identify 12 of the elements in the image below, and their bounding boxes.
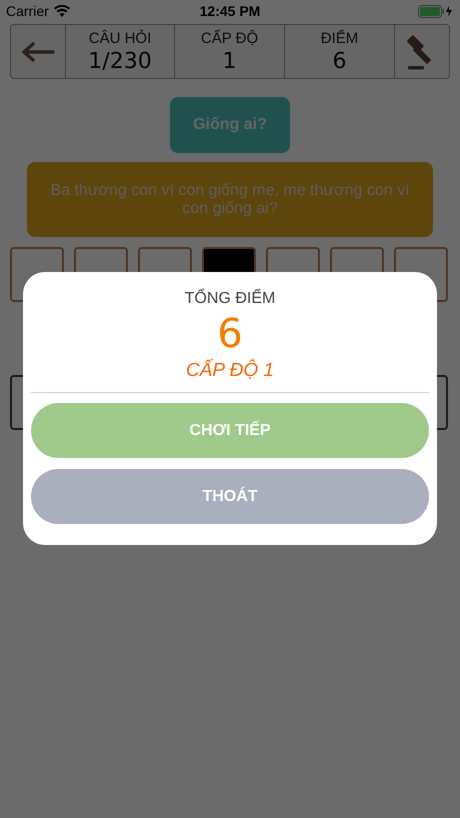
stat-label: ĐIỂM (320, 30, 358, 46)
clock-time: 12:45 PM (200, 3, 260, 19)
dialog-title: TỔNG ĐIỂM (184, 290, 276, 308)
score-value: 6 (217, 312, 243, 356)
stat-value: 1 (222, 48, 236, 74)
stat-value: 6 (332, 48, 346, 74)
stat-label: CÂU HỎI (88, 30, 152, 46)
level-text: CẤP ĐỘ 1 (186, 360, 274, 382)
carrier-name: Carrier (6, 3, 49, 19)
stat-value: 1/230 (88, 48, 152, 74)
stat-label: CẤP ĐỘ (200, 30, 258, 46)
question-text: Ba thương con vì con giống mẹ, mẹ thương con vì con giống ai? (49, 182, 411, 218)
